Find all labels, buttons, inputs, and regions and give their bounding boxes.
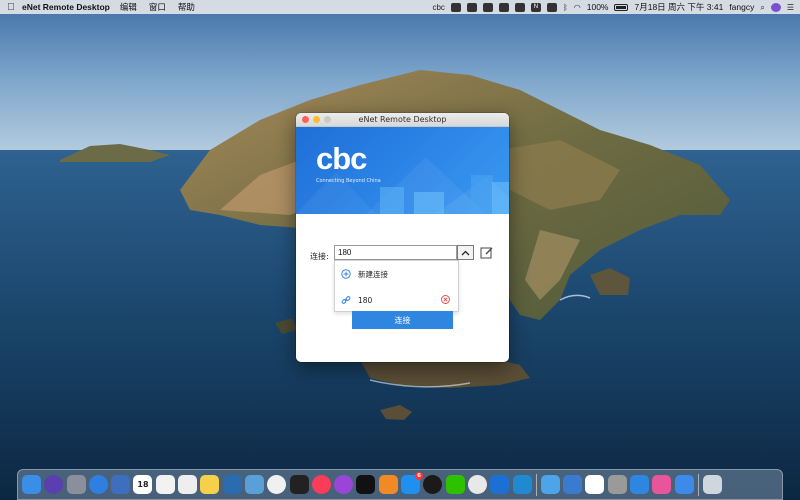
connect-button[interactable]: 连接: [352, 311, 453, 329]
dock-safari-icon[interactable]: [88, 475, 108, 494]
app-menu[interactable]: eNet Remote Desktop: [22, 2, 110, 12]
wechat-status-icon[interactable]: [450, 2, 461, 12]
menu-edit[interactable]: 编辑: [120, 1, 137, 13]
dock-qq-icon[interactable]: [423, 475, 443, 494]
chevron-up-icon: [461, 250, 470, 255]
user-name[interactable]: fangcy: [729, 2, 754, 12]
dock-terminal-icon[interactable]: [289, 475, 309, 494]
dock-photos-icon[interactable]: [267, 475, 287, 494]
datetime[interactable]: 7月18日 周六 下午 3:41: [634, 1, 723, 13]
dock-tv-icon[interactable]: [356, 475, 376, 494]
close-button[interactable]: [302, 116, 309, 123]
dock-wechat-icon[interactable]: [445, 475, 465, 494]
enet-window: eNet Remote Desktop cbc Connecting Beyon…: [296, 113, 509, 362]
maximize-button[interactable]: [324, 116, 331, 123]
apple-menu-icon[interactable]: : [0, 2, 22, 13]
dock-photo-slideshow-icon[interactable]: [111, 475, 131, 494]
spotlight-search-icon[interactable]: ⌕: [760, 3, 764, 12]
dock-automator-icon[interactable]: [607, 475, 627, 494]
battery-icon[interactable]: [614, 3, 629, 11]
cbc-logo: cbc: [316, 141, 367, 176]
delete-connection-icon[interactable]: [441, 295, 450, 304]
link-icon: [341, 295, 351, 305]
dock-podcasts-icon[interactable]: [334, 475, 354, 494]
connection-dropdown: 新建连接 180: [334, 260, 459, 312]
n-status-icon[interactable]: N: [530, 2, 541, 12]
dock-finder-icon[interactable]: [22, 475, 41, 494]
dock-notes-icon[interactable]: [200, 475, 220, 494]
dock-textedit-icon[interactable]: [178, 475, 198, 494]
dock-folder-icon[interactable]: [540, 475, 560, 494]
brand-banner: cbc Connecting Beyond China: [296, 127, 509, 214]
connection-input[interactable]: [334, 245, 457, 260]
user-status-icon[interactable]: [466, 2, 477, 12]
dock: 18 6: [17, 469, 783, 500]
dock-uploader-icon[interactable]: [630, 475, 650, 494]
connection-label: 连接:: [310, 252, 329, 261]
edit-button[interactable]: [479, 245, 493, 259]
status-tray: cbc N ᛒ ◠ 100% 7月18日 周六 下午 3:41 fangcy ⌕…: [432, 1, 800, 13]
dock-siri-icon[interactable]: [44, 475, 64, 494]
dock-music-icon[interactable]: [311, 475, 331, 494]
display-status-icon[interactable]: [546, 2, 557, 12]
banner-tagline: Connecting Beyond China: [316, 178, 381, 184]
new-connection-item[interactable]: 新建连接: [335, 261, 458, 287]
dock-chrome-icon[interactable]: [467, 475, 487, 494]
notification-center-icon[interactable]: ☰: [787, 3, 794, 12]
keyboard-status-icon[interactable]: [514, 2, 525, 12]
saved-connection-item[interactable]: 180: [335, 287, 458, 313]
dock-vscode-icon[interactable]: [512, 475, 532, 494]
saved-connection-label: 180: [358, 295, 373, 305]
dropdown-toggle-button[interactable]: [457, 245, 474, 260]
bluetooth-icon[interactable]: ᛒ: [563, 3, 568, 12]
dock-app-store-icon[interactable]: 6: [401, 472, 424, 494]
security-status-icon[interactable]: [498, 2, 509, 12]
dock-books-icon[interactable]: [378, 475, 398, 494]
dock-quicktime-icon[interactable]: [222, 475, 242, 494]
new-connection-label: 新建连接: [358, 269, 388, 279]
dock-badge: 6: [415, 472, 424, 480]
plus-circle-icon: [341, 269, 351, 279]
menu-window[interactable]: 窗口: [149, 1, 166, 13]
dock-separator: [535, 473, 537, 496]
dock-xcode-icon[interactable]: [490, 475, 510, 494]
cbc-status-icon[interactable]: cbc: [432, 3, 444, 12]
dock-notes-list-icon[interactable]: [155, 475, 175, 494]
dock-folder-dark-icon[interactable]: [563, 475, 583, 494]
dock-calendar-icon[interactable]: 18: [133, 475, 153, 494]
dock-separator: [697, 473, 699, 496]
title-bar[interactable]: eNet Remote Desktop: [296, 113, 509, 127]
qq-status-icon[interactable]: [482, 2, 493, 12]
wifi-icon[interactable]: ◠: [574, 3, 581, 12]
dock-baidu-netdisk-icon[interactable]: [585, 475, 605, 494]
siri-icon[interactable]: [770, 2, 781, 12]
dock-launchpad-icon[interactable]: [66, 475, 86, 494]
dock-calendar-date: 18: [137, 480, 149, 489]
dock-trash-icon[interactable]: [702, 475, 722, 494]
edit-icon: [480, 247, 492, 258]
connection-form: 连接: 新建连接: [296, 214, 509, 361]
dock-enet-cbc-icon[interactable]: [674, 475, 694, 494]
menu-bar:  eNet Remote Desktop 编辑 窗口 帮助 cbc N ᛒ ◠…: [0, 0, 800, 14]
dock-pink-folder-icon[interactable]: [652, 475, 672, 494]
minimize-button[interactable]: [313, 116, 320, 123]
menu-help[interactable]: 帮助: [178, 1, 195, 13]
dock-preview-icon[interactable]: [244, 475, 264, 494]
battery-percent: 100%: [586, 2, 609, 12]
